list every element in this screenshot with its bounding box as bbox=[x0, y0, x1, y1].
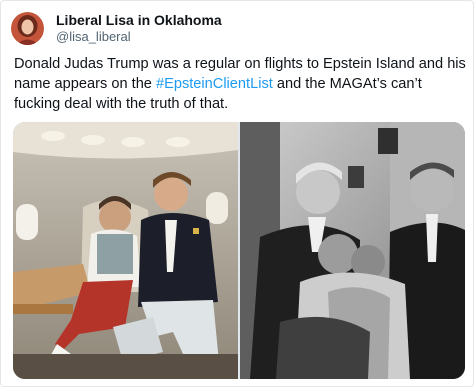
tweet-text: Donald Judas Trump was a regular on flig… bbox=[14, 54, 466, 114]
avatar[interactable] bbox=[11, 11, 44, 45]
tweet-card[interactable]: Liberal Lisa in Oklahoma @lisa_liberal D… bbox=[0, 0, 474, 387]
author-handle[interactable]: @lisa_liberal bbox=[56, 29, 222, 45]
black-and-white-photo[interactable] bbox=[240, 122, 465, 379]
tweet-media bbox=[13, 122, 465, 379]
tweet-header: Liberal Lisa in Oklahoma @lisa_liberal bbox=[11, 10, 222, 46]
jet-cabin-photo[interactable] bbox=[13, 122, 238, 379]
author-display-name[interactable]: Liberal Lisa in Oklahoma bbox=[56, 12, 222, 29]
hashtag-link[interactable]: #EpsteinClientList bbox=[156, 76, 273, 92]
